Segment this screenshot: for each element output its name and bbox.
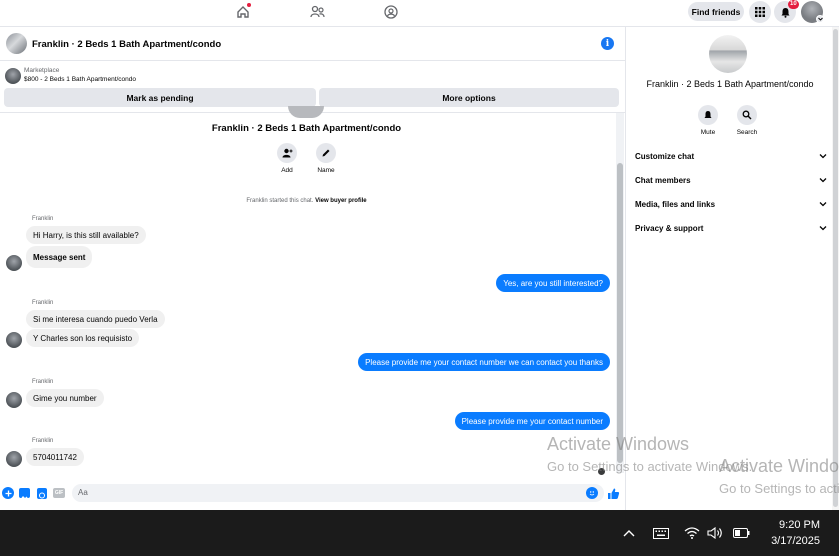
customize-chat-row[interactable]: Customize chat (635, 148, 827, 164)
sender-avatar[interactable] (6, 332, 22, 348)
bell-icon[interactable] (698, 105, 718, 125)
media-files-links-row[interactable]: Media, files and links (635, 196, 827, 212)
name-label: Name (317, 167, 335, 174)
find-friends-button[interactable]: Find friends (688, 2, 744, 21)
menu-grid-icon[interactable] (749, 1, 771, 23)
chat-started-text: Franklin started this chat. (246, 198, 314, 204)
menu-label: Privacy & support (635, 223, 704, 233)
message-incoming[interactable]: Y Charles son los requisisto (26, 329, 140, 347)
image-icon[interactable] (19, 488, 30, 499)
sender-avatar[interactable] (6, 451, 22, 467)
pencil-icon[interactable] (316, 143, 336, 163)
scrollbar-thumb[interactable] (617, 163, 623, 463)
message-outgoing[interactable]: Please provide me your contact number (454, 412, 610, 430)
message-scrollbar[interactable] (616, 113, 624, 473)
view-buyer-profile-link[interactable]: View buyer profile (315, 198, 367, 204)
more-options-button[interactable]: More options (319, 88, 619, 107)
intro-title: Franklin · 2 Beds 1 Bath Apartment/condo (211, 123, 402, 134)
plus-icon[interactable] (2, 487, 14, 499)
taskbar-time[interactable]: 9:20 PM (760, 519, 820, 531)
battery-icon[interactable] (732, 524, 750, 542)
activation-watermark-title: Activate Windows (719, 456, 839, 476)
message-incoming[interactable]: Hi Harry, is this still available? (26, 226, 146, 244)
emoji-icon[interactable] (586, 487, 598, 499)
message-sent-card[interactable]: Message sent (26, 246, 93, 268)
mute-control[interactable]: Mute (698, 105, 718, 136)
thumbs-up-icon[interactable] (606, 486, 620, 500)
name-control[interactable]: Name (316, 143, 336, 174)
search-label: Search (736, 129, 758, 136)
chevron-down-icon (819, 226, 827, 231)
page-scrollbar[interactable] (832, 27, 839, 510)
listing-thumbnail[interactable] (5, 68, 21, 84)
message-outgoing[interactable]: Please provide me your contact number we… (358, 353, 610, 371)
wifi-icon[interactable] (684, 524, 700, 542)
chevron-down-icon (819, 178, 827, 183)
chat-panel: Franklin · 2 Beds 1 Bath Apartment/condo… (0, 27, 626, 510)
home-icon[interactable] (233, 3, 253, 21)
add-label: Add (281, 167, 293, 174)
message-sender: Franklin (32, 379, 54, 385)
groups-icon[interactable] (381, 3, 401, 21)
profile-chevron-down-icon[interactable] (816, 15, 824, 23)
chat-title[interactable]: Franklin · 2 Beds 1 Bath Apartment/condo (32, 39, 221, 50)
search-control[interactable]: Search (737, 105, 757, 136)
taskbar-date[interactable]: 3/17/2025 (760, 535, 820, 547)
chat-members-row[interactable]: Chat members (635, 172, 827, 188)
add-person-icon[interactable] (277, 143, 297, 163)
chat-header: Franklin · 2 Beds 1 Bath Apartment/condo… (0, 27, 626, 61)
windows-taskbar: 9:20 PM 3/17/2025 (0, 510, 839, 556)
intro-avatar (288, 106, 324, 118)
privacy-support-row[interactable]: Privacy & support (635, 220, 827, 236)
sticker-icon[interactable] (37, 488, 47, 499)
listing-summary[interactable]: $800 - 2 Beds 1 Bath Apartment/condo (24, 76, 136, 83)
add-people-control[interactable]: Add (277, 143, 297, 174)
chevron-up-icon[interactable] (622, 524, 636, 542)
listing-source: Marketplace (24, 67, 60, 74)
activation-watermark-title: Activate Windows (547, 434, 690, 454)
message-sender: Franklin (32, 300, 54, 306)
chat-avatar[interactable] (6, 33, 27, 54)
mark-as-pending-button[interactable]: Mark as pending (4, 88, 316, 107)
sender-avatar[interactable] (6, 255, 22, 271)
activation-watermark-text: Go to Settings to activate Windows. (719, 481, 839, 496)
menu-label: Media, files and links (635, 199, 716, 209)
info-title: Franklin · 2 Beds 1 Bath Apartment/condo (646, 79, 814, 89)
chat-started-note: Franklin started this chat. View buyer p… (0, 198, 613, 204)
chevron-down-icon (819, 202, 827, 207)
message-incoming[interactable]: Si me interesa cuando puedo Verla (26, 310, 165, 328)
menu-label: Customize chat (635, 151, 695, 161)
message-input[interactable]: Aa (72, 484, 604, 502)
chevron-down-icon (819, 154, 827, 159)
info-avatar[interactable] (709, 35, 747, 73)
home-notification-dot (247, 3, 251, 7)
message-input-placeholder: Aa (78, 488, 88, 497)
message-incoming[interactable]: 5704011742 (26, 448, 84, 466)
message-outgoing[interactable]: Yes, are you still interested? (496, 274, 610, 292)
mute-label: Mute (700, 129, 716, 136)
friends-icon[interactable] (307, 3, 327, 21)
message-sender: Franklin (32, 438, 54, 444)
gif-icon[interactable]: GIF (53, 488, 65, 498)
keyboard-icon[interactable] (652, 524, 670, 542)
top-navigation-bar: Find friends 10 (0, 0, 839, 27)
notifications-badge: 10 (788, 0, 799, 9)
sender-avatar[interactable] (6, 392, 22, 408)
page-scrollbar-thumb[interactable] (833, 29, 838, 507)
info-icon[interactable]: i (601, 37, 614, 50)
search-icon[interactable] (737, 105, 757, 125)
message-incoming[interactable]: Gime you number (26, 389, 104, 407)
message-sender: Franklin (32, 216, 54, 222)
menu-label: Chat members (635, 175, 691, 185)
volume-icon[interactable] (707, 524, 723, 542)
